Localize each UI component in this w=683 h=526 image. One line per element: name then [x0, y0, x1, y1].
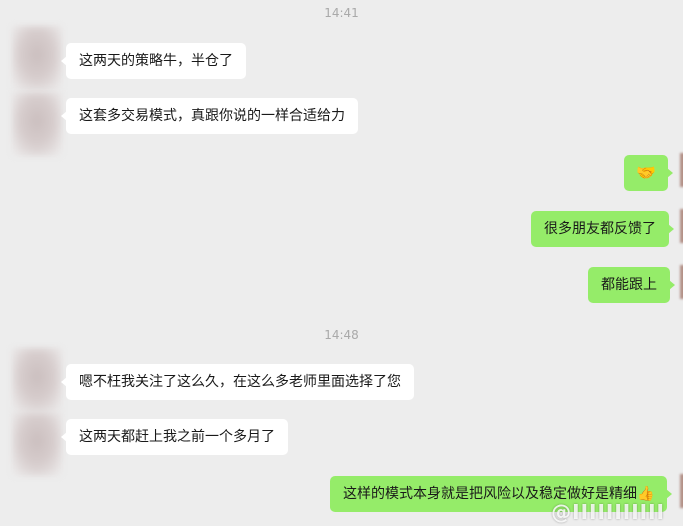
chat-area: 14:41 这两天的策略牛，半仓了 这套多交易模式，真跟你说的一样合适给力 🤝 …: [0, 0, 683, 526]
contact-avatar[interactable]: [12, 92, 62, 156]
timestamp: 14:41: [324, 6, 359, 20]
watermark: @IIIIIIIIIII: [551, 500, 665, 524]
message-bubble-outgoing[interactable]: 🤝: [624, 155, 673, 191]
message-bubble-incoming[interactable]: 这两天都赶上我之前一个多月了: [61, 419, 288, 455]
handshake-icon: 🤝: [636, 163, 656, 182]
timestamp: 14:48: [324, 328, 359, 342]
message-bubble-incoming[interactable]: 这套多交易模式，真跟你说的一样合适给力: [61, 98, 358, 134]
message-bubble-outgoing[interactable]: 都能跟上: [588, 267, 675, 303]
contact-avatar[interactable]: [12, 348, 62, 412]
contact-avatar[interactable]: [12, 412, 62, 476]
contact-avatar[interactable]: [12, 26, 62, 90]
message-bubble-incoming[interactable]: 嗯不枉我关注了这么久，在这么多老师里面选择了您: [61, 364, 414, 400]
message-bubble-outgoing[interactable]: 很多朋友都反馈了: [531, 211, 674, 247]
message-bubble-incoming[interactable]: 这两天的策略牛，半仓了: [61, 43, 246, 79]
